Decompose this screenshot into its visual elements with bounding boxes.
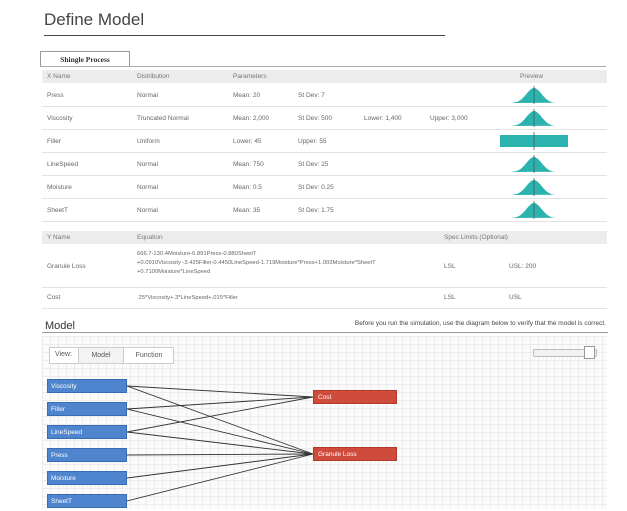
link-viscosity-to-granule-loss	[126, 385, 314, 455]
equation-line-2: +0.0910Viscosity -3.425Filler-0.4450Line…	[137, 260, 376, 266]
usl-cell[interactable]: USL: 200	[509, 263, 536, 271]
x-table-row[interactable]: Viscosity Truncated Normal Mean: 2,000 St D…	[42, 107, 607, 130]
equation-line-1: 666.7-130.4Moisture-6.891Press-0.880Shee…	[137, 251, 257, 257]
link-linespeed-to-cost	[126, 396, 314, 433]
normal-curve-preview	[512, 178, 556, 196]
param-2-cell: St Dev: 0.25	[298, 184, 334, 191]
param-3-cell: Lower: 1,400	[364, 115, 402, 122]
x-table-row[interactable]: SheetT Normal Mean: 35 St Dev: 1.75	[42, 199, 607, 222]
x-name-cell: Press	[47, 92, 64, 99]
y-name-cell: Cost	[47, 294, 61, 301]
title-underline	[44, 35, 445, 36]
distribution-cell: Truncated Normal	[137, 115, 189, 122]
equation-line-3: +0.7100Moisture*LineSpeed	[137, 269, 211, 275]
param-2-cell: St Dev: 500	[298, 115, 332, 122]
normal-curve-preview	[512, 201, 556, 219]
x-name-cell: SheetT	[47, 207, 68, 214]
x-table-row[interactable]: Moisture Normal Mean: 0.5 St Dev: 0.25	[42, 176, 607, 199]
model-divider	[42, 332, 608, 333]
link-sheett-to-granule-loss	[126, 453, 314, 502]
normal-curve-preview	[512, 109, 556, 127]
link-moisture-to-granule-loss	[126, 453, 314, 479]
x-name-cell: Filler	[47, 138, 62, 145]
param-2-cell: St Dev: 1.75	[298, 207, 334, 214]
x-table-body: Press Normal Mean: 20 St Dev: 7 Viscosity Tru…	[42, 84, 607, 222]
distribution-cell: Uniform	[137, 138, 160, 145]
param-2-cell: St Dev: 7	[298, 92, 325, 99]
param-4-cell: Upper: 3,000	[430, 115, 468, 122]
page-title: Define Model	[44, 10, 145, 29]
input-node-linespeed[interactable]: LineSpeed	[47, 425, 127, 439]
param-1-cell: Mean: 0.5	[233, 184, 262, 191]
x-table-row[interactable]: LineSpeed Normal Mean: 750 St Dev: 25	[42, 153, 607, 176]
tab-divider	[40, 66, 606, 67]
y-name-header: Y Name	[47, 234, 71, 241]
param-2-cell: Upper: 55	[298, 138, 327, 145]
x-table-row[interactable]: Filler Uniform Lower: 45 Upper: 55	[42, 130, 607, 153]
output-node-cost[interactable]: Cost	[313, 390, 397, 404]
zoom-slider-thumb[interactable]	[584, 346, 595, 359]
input-node-moisture[interactable]: Moisture	[47, 471, 127, 485]
x-table-row[interactable]: Press Normal Mean: 20 St Dev: 7	[42, 84, 607, 107]
usl-cell[interactable]: USL	[509, 294, 522, 302]
param-2-cell: St Dev: 25	[298, 161, 329, 168]
input-node-filler[interactable]: Filler	[47, 402, 127, 416]
input-node-press[interactable]: Press	[47, 448, 127, 462]
normal-curve-preview	[512, 155, 556, 173]
view-label: View:	[55, 351, 72, 358]
normal-curve-preview	[512, 86, 556, 104]
distribution-cell: Normal	[137, 184, 158, 191]
x-name-cell: Viscosity	[47, 115, 73, 122]
y-table-row[interactable]: Granule Loss 666.7-130.4Moisture-6.891Pr…	[42, 245, 607, 288]
tab-shingle-process[interactable]: Shingle Process	[40, 51, 130, 67]
input-node-sheett[interactable]: SheetT	[47, 494, 127, 508]
parameters-header: Parameters	[233, 73, 267, 80]
model-instruction-note: Before you run the simulation, use the d…	[354, 320, 606, 327]
link-filler-to-granule-loss	[126, 408, 314, 455]
param-1-cell: Mean: 20	[233, 92, 261, 99]
link-linespeed-to-granule-loss	[126, 431, 314, 455]
y-name-cell: Granule Loss	[47, 263, 86, 270]
link-viscosity-to-cost	[126, 385, 314, 398]
spec-limits-header: Spec Limits (Optional)	[444, 234, 508, 241]
param-1-cell: Mean: 35	[233, 207, 261, 214]
view-toggle: View: Model Function	[49, 347, 174, 364]
lsl-cell[interactable]: LSL	[444, 294, 456, 302]
link-filler-to-cost	[126, 396, 314, 410]
lsl-cell[interactable]: LSL	[444, 263, 456, 271]
param-1-cell: Lower: 45	[233, 138, 262, 145]
view-function-button[interactable]: Function	[123, 348, 174, 363]
x-table-header: X Name Distribution Parameters Preview	[42, 70, 607, 83]
link-press-to-granule-loss	[126, 453, 314, 456]
x-name-cell: Moisture	[47, 184, 72, 191]
param-1-cell: Mean: 750	[233, 161, 264, 168]
param-1-cell: Mean: 2,000	[233, 115, 270, 122]
distribution-cell: Normal	[137, 207, 158, 214]
preview-header: Preview	[520, 73, 544, 80]
x-name-header: X Name	[47, 73, 71, 80]
input-node-viscosity[interactable]: Viscosity	[47, 379, 127, 393]
uniform-preview	[500, 132, 568, 150]
y-table-row[interactable]: Cost .25*Viscosity+.3*LineSpeed+.015*Fil…	[42, 288, 607, 309]
equation-header: Equation	[137, 234, 163, 241]
distribution-cell: Normal	[137, 92, 158, 99]
x-name-cell: LineSpeed	[47, 161, 79, 168]
view-model-button[interactable]: Model	[78, 348, 123, 363]
output-node-granule-loss[interactable]: Granule Loss	[313, 447, 397, 461]
distribution-header: Distribution	[137, 73, 170, 80]
model-section-title: Model	[45, 320, 75, 332]
equation-line-1: .25*Viscosity+.3*LineSpeed+.015*Filler	[137, 295, 238, 301]
distribution-cell: Normal	[137, 161, 158, 168]
y-table-header: Y Name Equation Spec Limits (Optional)	[42, 231, 607, 244]
